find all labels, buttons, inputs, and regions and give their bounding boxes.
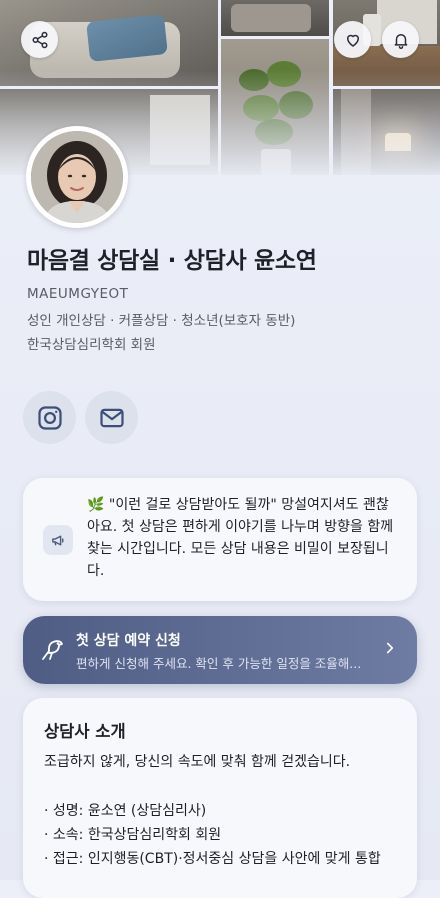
list-item: · 성명: 윤소연 (상담심리사) — [44, 803, 207, 819]
booking-button[interactable]: 첫 상담 예약 신청 편하게 신청해 주세요. 확인 후 가능한 일정을 조율해… — [23, 616, 417, 684]
instagram-icon — [37, 405, 62, 430]
instagram-button[interactable] — [23, 391, 76, 444]
list-item: · 접근: 인지행동(CBT)·정서중심 상담을 사안에 맞게 통합 — [44, 851, 381, 867]
megaphone-icon — [43, 525, 73, 555]
booking-title: 첫 상담 예약 신청 — [76, 633, 181, 649]
counselor-intro-card: 상담사 소개 조급하지 않게, 당신의 속도에 맞춰 함께 걷겠습니다. · 성… — [23, 698, 417, 898]
avatar[interactable] — [26, 126, 128, 228]
cover-photo-cushion — [221, 0, 329, 36]
intro-list: · 성명: 윤소연 (상담심리사) · 소속: 한국상담심리학회 회원 · 접근… — [44, 799, 404, 871]
chevron-right-icon — [386, 642, 394, 654]
bell-icon — [394, 33, 407, 49]
share-button[interactable] — [21, 21, 58, 58]
heart-icon — [346, 34, 359, 47]
profile-affiliation: 한국상담심리학회 회원 — [27, 337, 156, 353]
page-title: 마음결 상담실 · 상담사 윤소연 — [27, 248, 317, 274]
booking-subtitle: 편하게 신청해 주세요. 확인 후 가능한 일정을 조율해... — [76, 656, 362, 671]
bird-icon — [42, 640, 63, 660]
notice-text: 🌿 "이런 걸로 상담받아도 될까" 망설여지셔도 괜찮아요. 첫 상담은 편하… — [87, 497, 394, 579]
share-icon — [32, 31, 47, 48]
profile-handle: MAEUMGYEOT — [27, 286, 129, 302]
avatar-photo — [31, 131, 123, 223]
notice-card: 🌿 "이런 걸로 상담받아도 될까" 망설여지셔도 괜찮아요. 첫 상담은 편하… — [23, 478, 417, 601]
notification-button[interactable] — [382, 21, 419, 58]
section-title: 상담사 소개 — [44, 722, 126, 741]
email-button[interactable] — [85, 391, 138, 444]
mail-icon — [99, 408, 124, 427]
list-item: · 소속: 한국상담심리학회 회원 — [44, 827, 222, 843]
profile-services: 성인 개인상담 · 커플상담 · 청소년(보호자 동반) — [27, 313, 296, 329]
favorite-button[interactable] — [334, 21, 371, 58]
intro-lead: 조급하지 않게, 당신의 속도에 맞춰 함께 걷겠습니다. — [44, 754, 351, 770]
